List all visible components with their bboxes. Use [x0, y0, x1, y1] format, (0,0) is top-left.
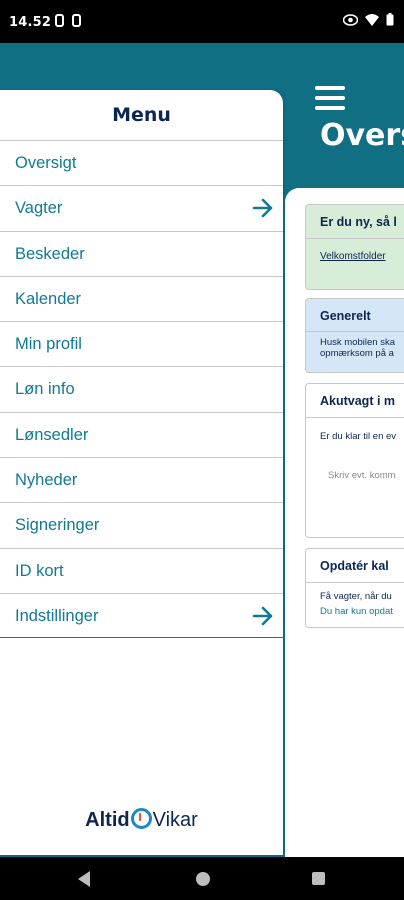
menu-item-label: Vagter [15, 199, 63, 218]
card-text: Husk mobilen ska [320, 337, 395, 348]
drawer-title: Menu [112, 104, 171, 126]
status-bar: 14.52 [0, 0, 404, 43]
card-title: Opdatér kal [320, 559, 389, 573]
app-screen: 14.52 Overs Er du ny, så l Velkomstfolde… [0, 0, 404, 900]
menu-item-kalender[interactable]: Kalender [0, 275, 283, 321]
system-nav-bar [0, 857, 404, 900]
status-time: 14.52 [9, 15, 52, 30]
general-card: Generelt Husk mobilen ska opmærksom på a [305, 298, 404, 373]
menu-item-label: Kalender [15, 289, 82, 308]
menu-item-nyheder[interactable]: Nyheder [0, 457, 283, 502]
menu-item-label: Lønsedler [15, 425, 89, 444]
battery-icon [386, 13, 394, 26]
menu-item-label: Oversigt [15, 154, 77, 172]
menu-item-vagter[interactable]: Vagter [0, 185, 283, 230]
menu-item-indstillinger[interactable]: Indstillinger [0, 592, 283, 639]
card-text: Du har kun opdat [320, 606, 393, 617]
menu-item-lonsedler[interactable]: Lønsedler [0, 411, 283, 457]
menu-item-label: Løn info [15, 380, 75, 399]
status-icons [343, 13, 394, 26]
card-title: Er du ny, så l [320, 215, 397, 229]
menu-item-id-kort[interactable]: ID kort [0, 547, 283, 593]
card-text: Er du klar til en ev [320, 431, 397, 442]
welcome-card[interactable]: Er du ny, så l Velkomstfolder [305, 204, 404, 290]
clock-icon [130, 808, 152, 829]
card-title: Generelt [320, 309, 371, 323]
eye-icon [343, 13, 358, 26]
navigation-drawer: Menu Oversigt Vagter Beskeder Kalender M… [0, 90, 283, 855]
calendar-update-card: Opdatér kal Få vagter, når du Du har kun… [305, 548, 404, 628]
menu-item-signeringer[interactable]: Signeringer [0, 502, 283, 547]
menu-item-label: Indstillinger [15, 606, 99, 625]
menu-item-oversigt[interactable]: Oversigt [0, 140, 283, 185]
page-title: Overs [320, 118, 404, 153]
card-text: opmærksom på a [320, 348, 394, 359]
menu-item-lon-info[interactable]: Løn info [0, 366, 283, 411]
menu-item-label: Beskeder [15, 244, 85, 263]
menu-item-label: ID kort [15, 561, 64, 580]
back-icon[interactable] [78, 871, 90, 887]
wifi-icon [365, 13, 379, 26]
sim-icon [72, 14, 81, 27]
urgent-shift-card: Akutvagt i m Er du klar til en ev Skriv … [305, 383, 404, 538]
sim-icon [55, 14, 64, 27]
drawer-menu: Oversigt Vagter Beskeder Kalender Min pr… [0, 140, 283, 639]
menu-item-min-profil[interactable]: Min profil [0, 321, 283, 366]
menu-item-label: Signeringer [15, 516, 100, 535]
card-title: Akutvagt i m [320, 394, 396, 408]
card-text: Få vagter, når du [320, 591, 392, 602]
recent-apps-icon[interactable] [312, 872, 325, 885]
welcome-folder-link[interactable]: Velkomstfolder [306, 239, 404, 262]
hamburger-menu-icon[interactable] [315, 86, 345, 110]
menu-item-label: Min profil [15, 335, 82, 354]
arrow-right-icon [252, 606, 273, 626]
menu-item-label: Nyheder [15, 471, 78, 490]
altidvikar-logo: Altid Vikar [85, 808, 198, 831]
menu-item-beskeder[interactable]: Beskeder [0, 230, 283, 276]
comment-input[interactable]: Skriv evt. komm [306, 442, 404, 481]
home-icon[interactable] [196, 872, 210, 886]
arrow-right-icon [252, 198, 273, 218]
